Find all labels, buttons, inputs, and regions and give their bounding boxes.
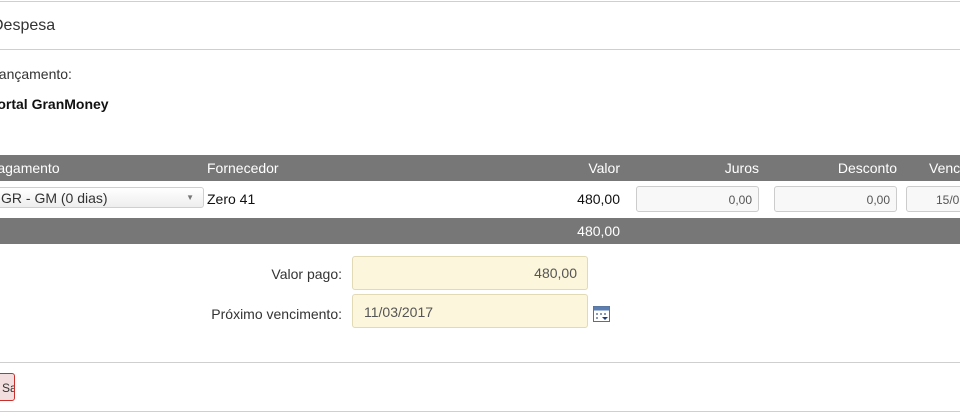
calendar-icon[interactable] xyxy=(593,306,610,322)
header-juros: Juros xyxy=(724,160,759,176)
title-divider xyxy=(0,49,960,50)
pagamento-select-value: GR - GM (0 dias) xyxy=(1,190,108,206)
top-divider xyxy=(0,1,960,2)
proximo-vencimento-label: Próximo vencimento: xyxy=(211,306,342,322)
bottom-divider xyxy=(0,411,960,412)
lancamento-label: Lançamento: xyxy=(0,66,72,82)
pagamento-select[interactable]: GR - GM (0 dias) ▼ xyxy=(0,187,204,208)
juros-input[interactable]: 0,00 xyxy=(636,186,759,212)
header-vencimento: Vencimento xyxy=(929,160,960,176)
panel-title: Despesa xyxy=(0,17,56,34)
footer-divider xyxy=(0,362,960,363)
valor-pago-label: Valor pago: xyxy=(271,266,342,282)
header-valor: Valor xyxy=(588,160,620,176)
fornecedor-cell: Zero 41 xyxy=(207,191,256,207)
valor-pago-input[interactable]: 480,00 xyxy=(352,256,588,290)
valor-cell: 480,00 xyxy=(577,191,620,207)
vencimento-input[interactable]: 15/03/2017 xyxy=(906,186,960,212)
header-fornecedor: Fornecedor xyxy=(207,160,279,176)
company-name: Portal GranMoney xyxy=(0,96,109,112)
save-button-label: Salvar xyxy=(2,381,14,395)
header-desconto: Desconto xyxy=(837,160,897,176)
total-value: 480,00 xyxy=(577,223,620,239)
desconto-input[interactable]: 0,00 xyxy=(774,186,897,212)
table-header: Pagamento Fornecedor Valor Juros Descont… xyxy=(0,155,960,181)
chevron-down-icon: ▼ xyxy=(186,193,194,202)
header-pagamento: Pagamento xyxy=(0,160,60,176)
proximo-vencimento-input[interactable]: 11/03/2017 xyxy=(352,294,588,328)
table-total-row: 480,00 xyxy=(0,218,960,244)
save-button[interactable]: Salvar xyxy=(0,373,15,401)
